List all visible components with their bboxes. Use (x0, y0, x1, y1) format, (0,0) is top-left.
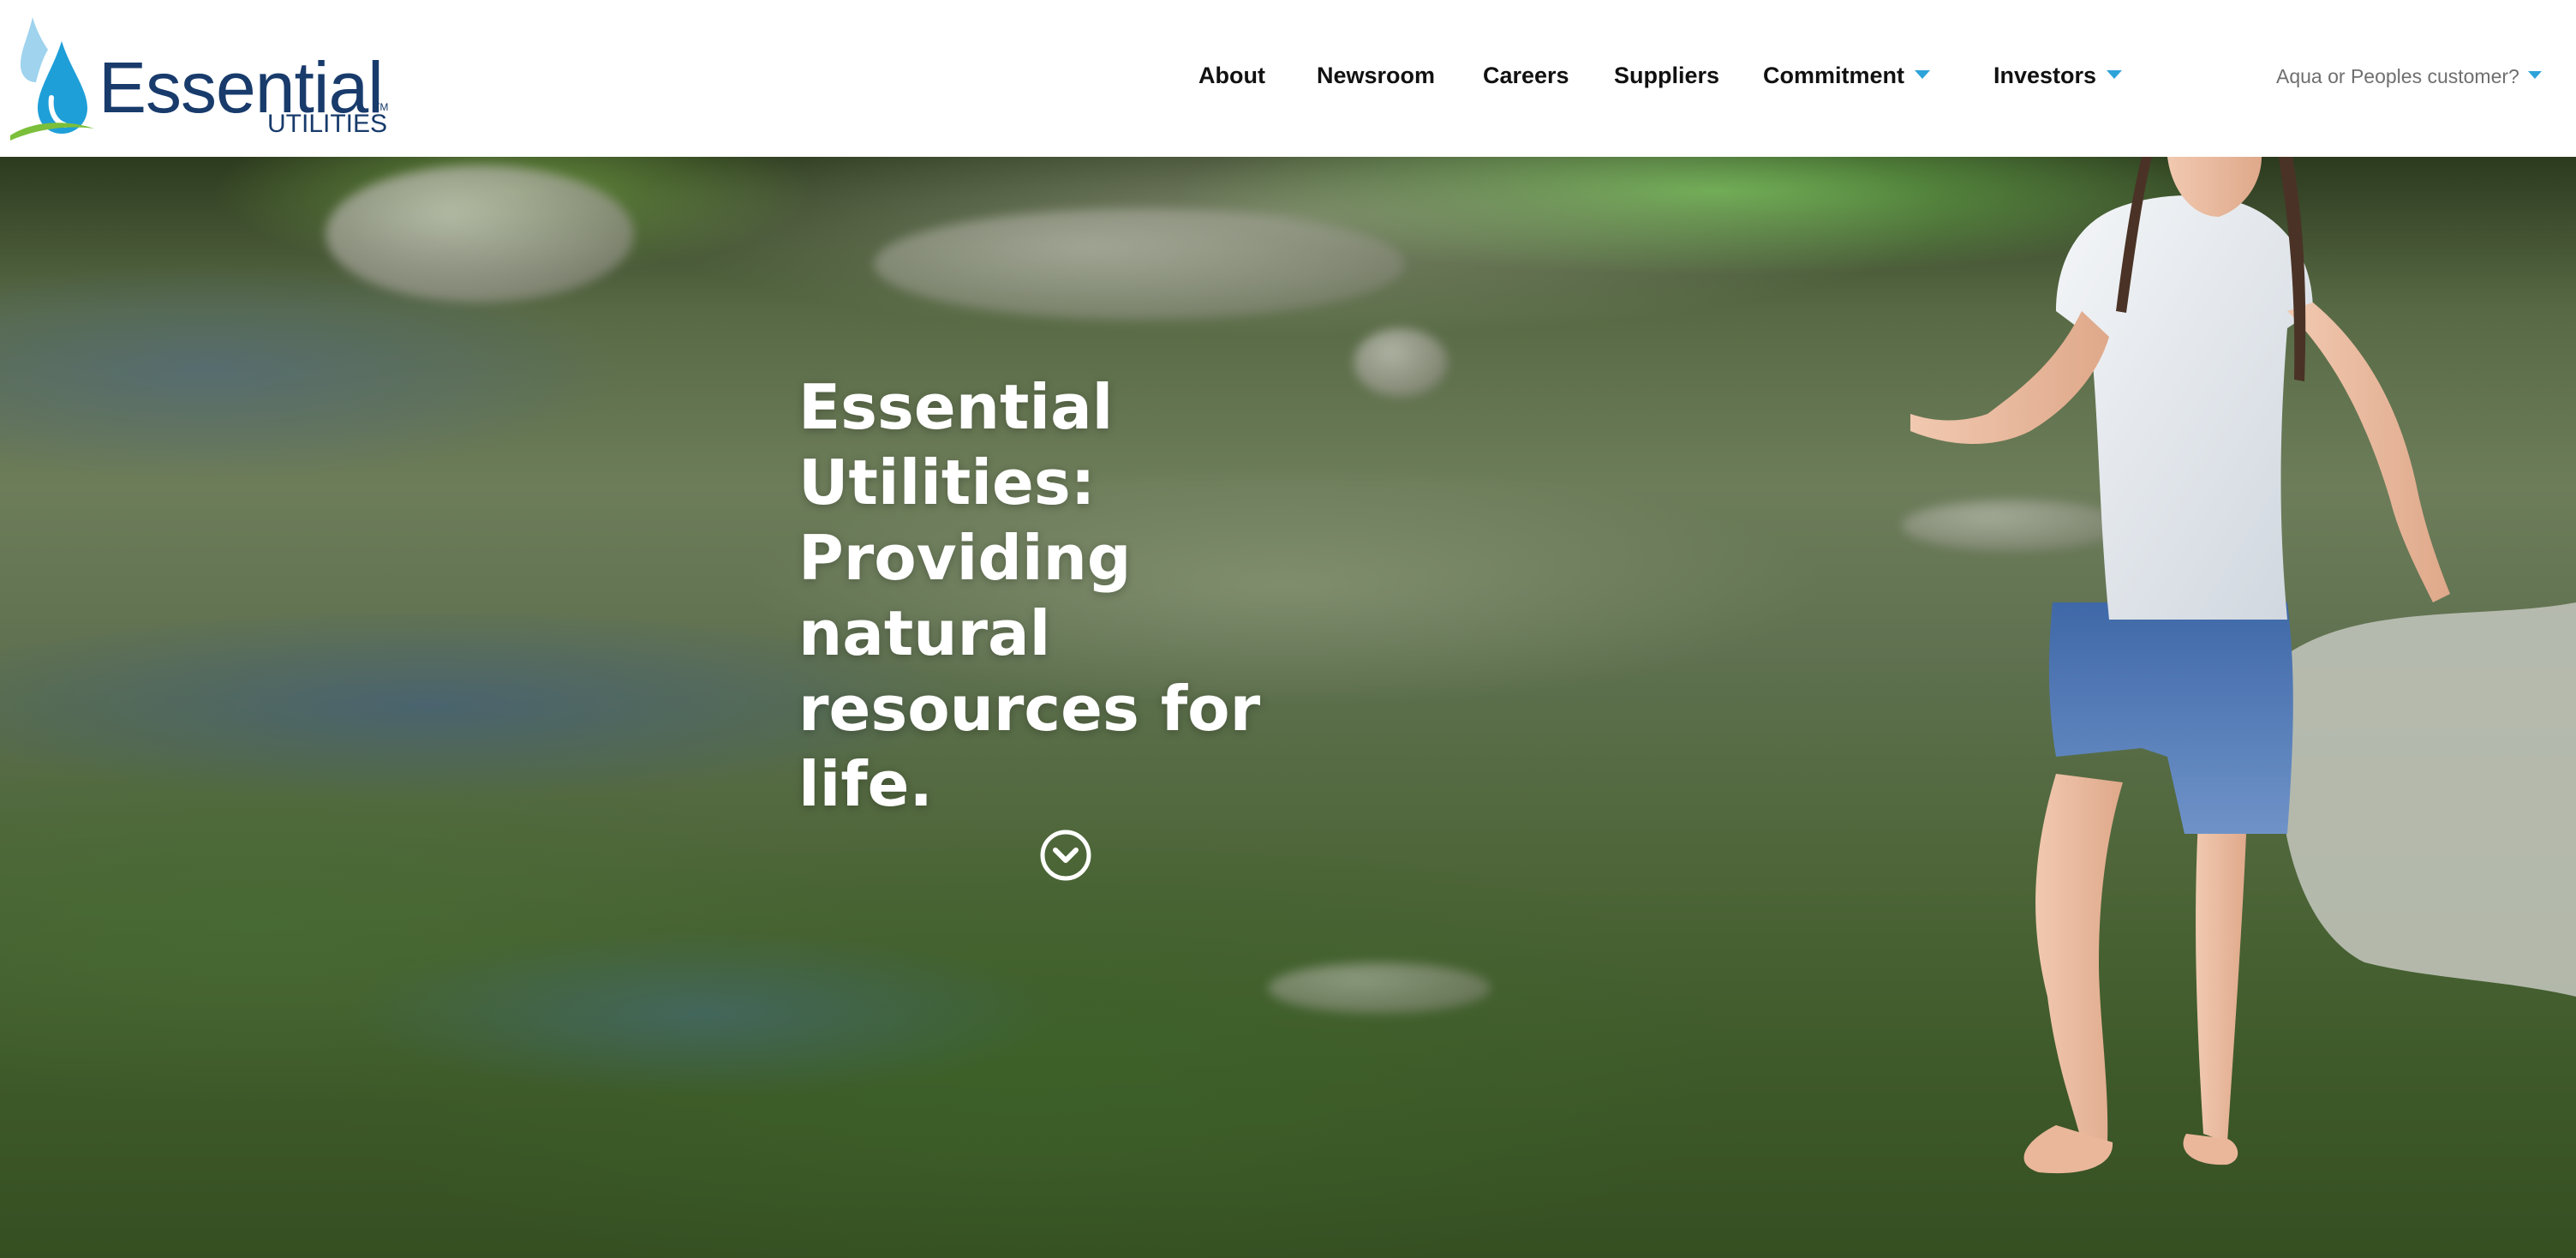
hero-banner: Essential Utilities: Providing natural r… (0, 157, 2576, 1258)
nav-item-investors[interactable]: Investors (1993, 63, 2123, 89)
nav-item-label: Newsroom (1317, 63, 1436, 88)
girl-wading-image (1910, 157, 2576, 1174)
nav-item-about[interactable]: About (1198, 63, 1265, 89)
nav-item-label: Commitment (1763, 63, 1905, 88)
essential-utilities-logo[interactable]: Essential TM UTILITIES (9, 15, 394, 144)
background-rock (1268, 962, 1491, 1014)
site-header: Essential TM UTILITIES About Newsroom Ca… (0, 0, 2576, 157)
headline-line: resources for (798, 673, 1261, 745)
chevron-down-circle-icon[interactable] (1039, 829, 1092, 882)
nav-item-newsroom[interactable]: Newsroom (1317, 63, 1435, 89)
headline-line: natural (798, 597, 1051, 669)
nav-item-suppliers[interactable]: Suppliers (1614, 63, 1719, 89)
headline-line: Providing (798, 522, 1132, 594)
caret-down-icon (1915, 69, 1931, 79)
nav-item-label: Suppliers (1614, 63, 1720, 88)
caret-down-icon (2527, 71, 2542, 80)
headline-line: life. (798, 748, 933, 820)
nav-item-label: Careers (1483, 63, 1569, 88)
customer-select-dropdown[interactable]: Aqua or Peoples customer? (2276, 65, 2542, 88)
nav-item-commitment[interactable]: Commitment (1763, 63, 1931, 89)
nav-item-label: Investors (1993, 63, 2097, 88)
headline-line: Essential (798, 371, 1114, 443)
background-rock (1354, 328, 1448, 397)
headline-line: Utilities: (798, 446, 1096, 518)
nav-item-label: About (1198, 63, 1265, 88)
water-drop-logo-icon (10, 17, 94, 141)
customer-select-label: Aqua or Peoples customer? (2276, 65, 2519, 87)
background-rock (326, 165, 634, 303)
hero-headline: Essential Utilities: Providing natural r… (798, 369, 1347, 822)
caret-down-icon (2107, 69, 2123, 79)
background-rock (874, 208, 1405, 320)
nav-item-careers[interactable]: Careers (1483, 63, 1569, 89)
logo-subtitle: UTILITIES (267, 110, 388, 138)
